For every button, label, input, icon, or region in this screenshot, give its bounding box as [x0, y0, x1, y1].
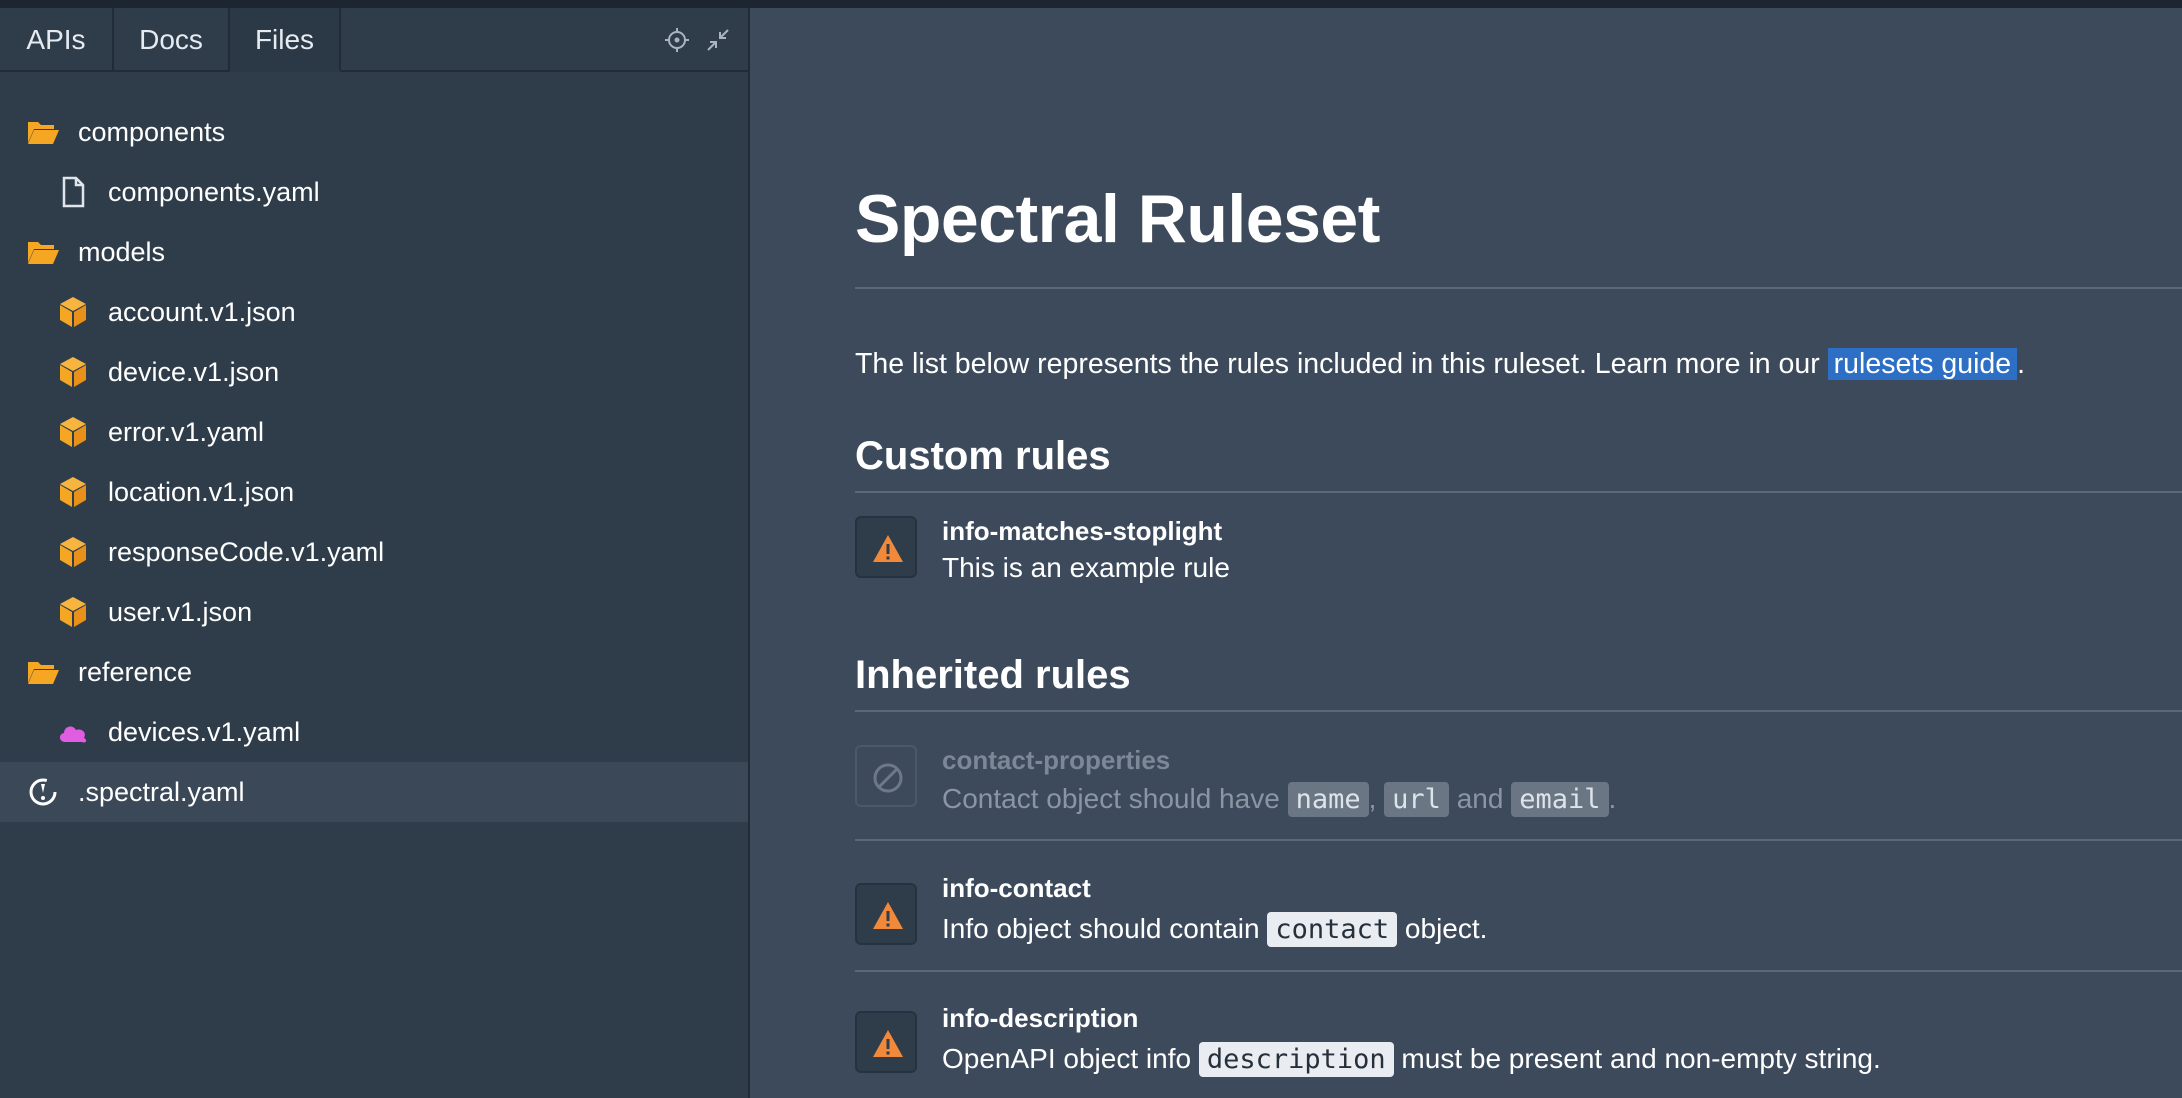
- tab-apis[interactable]: APIs: [0, 8, 114, 72]
- cube-icon: [56, 356, 90, 388]
- cube-icon: [56, 536, 90, 568]
- rule-name: contact-properties: [942, 745, 1171, 775]
- tree-item-label: user.v1.json: [108, 597, 253, 627]
- folder-open-icon: [26, 116, 60, 148]
- rule-name: info-matches-stoplight: [942, 516, 1223, 546]
- intro-text: The list below represents the rules incl…: [855, 348, 1828, 380]
- warning-icon: [855, 1011, 917, 1073]
- crosshair-icon[interactable]: [663, 26, 691, 54]
- rule-description: Contact object should have name, url and…: [942, 782, 1617, 817]
- tree-item[interactable]: responseCode.v1.yaml: [0, 522, 748, 582]
- inherited-rules-divider: [855, 710, 2182, 712]
- tree-item[interactable]: user.v1.json: [0, 582, 748, 642]
- tab-files[interactable]: Files: [230, 8, 341, 72]
- tree-item-label: account.v1.json: [108, 297, 296, 327]
- rule-info-description: info-description OpenAPI object info des…: [855, 1003, 2182, 1083]
- tree-item[interactable]: devices.v1.yaml: [0, 702, 748, 762]
- desc-text: Contact object should have: [942, 783, 1288, 814]
- intro-paragraph: The list below represents the rules incl…: [855, 348, 2025, 381]
- rule-name: info-contact: [942, 873, 1091, 903]
- tree-item[interactable]: components: [0, 102, 748, 162]
- intro-end: .: [2017, 348, 2026, 380]
- tree-item-label: location.v1.json: [108, 477, 295, 507]
- code-contact: contact: [1267, 912, 1398, 947]
- sidebar: APIs Docs Files components components.yam…: [0, 8, 750, 1098]
- code-email: email: [1511, 782, 1609, 817]
- disabled-icon: [855, 745, 917, 807]
- tree-item-label: responseCode.v1.yaml: [108, 537, 385, 567]
- code-description: description: [1198, 1042, 1394, 1077]
- tree-item-label: error.v1.yaml: [108, 417, 265, 447]
- rule-name: info-description: [942, 1003, 1139, 1033]
- rule-divider: [855, 839, 2182, 841]
- sidebar-tabs: APIs Docs Files: [0, 8, 748, 72]
- desc-text: OpenAPI object info: [942, 1043, 1199, 1074]
- spectral-icon: [26, 776, 60, 808]
- desc-text: object.: [1397, 913, 1488, 944]
- tree-item[interactable]: models: [0, 222, 748, 282]
- folder-open-icon: [26, 236, 60, 268]
- tree-item-label: reference: [78, 657, 193, 687]
- rulesets-guide-link[interactable]: rulesets guide: [1827, 348, 2018, 380]
- rule-info-matches-stoplight: info-matches-stoplight This is an exampl…: [855, 516, 2182, 583]
- tree-item[interactable]: components.yaml: [0, 162, 748, 222]
- window-top-border: [0, 0, 2182, 8]
- tree-item-label: components.yaml: [108, 177, 320, 207]
- tree-item-label: components: [78, 117, 226, 147]
- tree-item[interactable]: reference: [0, 642, 748, 702]
- desc-text: ,: [1368, 783, 1385, 814]
- tab-docs[interactable]: Docs: [114, 8, 230, 72]
- inherited-rules-heading: Inherited rules: [855, 653, 1131, 697]
- rule-contact-properties: contact-properties Contact object should…: [855, 745, 2182, 825]
- custom-rules-heading: Custom rules: [855, 434, 1111, 478]
- cube-icon: [56, 296, 90, 328]
- main-content: Spectral Ruleset The list below represen…: [752, 8, 2182, 1098]
- cube-icon: [56, 416, 90, 448]
- rule-description: This is an example rule: [942, 552, 1230, 583]
- tree-item-label: models: [78, 237, 166, 267]
- tree-item[interactable]: .spectral.yaml: [0, 762, 748, 822]
- desc-text: must be present and non-empty string.: [1393, 1043, 1881, 1074]
- cube-icon: [56, 476, 90, 508]
- cube-icon: [56, 596, 90, 628]
- rule-divider: [855, 970, 2182, 972]
- tree-item-label: devices.v1.yaml: [108, 717, 301, 747]
- desc-text: Info object should contain: [942, 913, 1268, 944]
- rule-description: Info object should contain contact objec…: [942, 912, 1488, 947]
- tree-item-label: device.v1.json: [108, 357, 280, 387]
- tree-item[interactable]: account.v1.json: [0, 282, 748, 342]
- desc-text: and: [1448, 783, 1512, 814]
- tree-item-label: .spectral.yaml: [78, 777, 245, 807]
- code-name: name: [1287, 782, 1369, 817]
- desc-text: .: [1608, 783, 1617, 814]
- rule-info-contact: info-contact Info object should contain …: [855, 873, 2182, 953]
- cloud-icon: [56, 716, 90, 748]
- warning-icon: [855, 883, 917, 945]
- file-icon: [56, 176, 90, 208]
- rule-description: OpenAPI object info description must be …: [942, 1042, 1881, 1077]
- tree-item[interactable]: error.v1.yaml: [0, 402, 748, 462]
- tree-item[interactable]: device.v1.json: [0, 342, 748, 402]
- warning-icon: [855, 516, 917, 578]
- custom-rules-divider: [855, 491, 2182, 493]
- tree-item[interactable]: location.v1.json: [0, 462, 748, 522]
- page-title: Spectral Ruleset: [855, 181, 1380, 257]
- code-url: url: [1384, 782, 1449, 817]
- folder-open-icon: [26, 656, 60, 688]
- title-divider: [855, 287, 2182, 289]
- collapse-icon[interactable]: [704, 26, 732, 54]
